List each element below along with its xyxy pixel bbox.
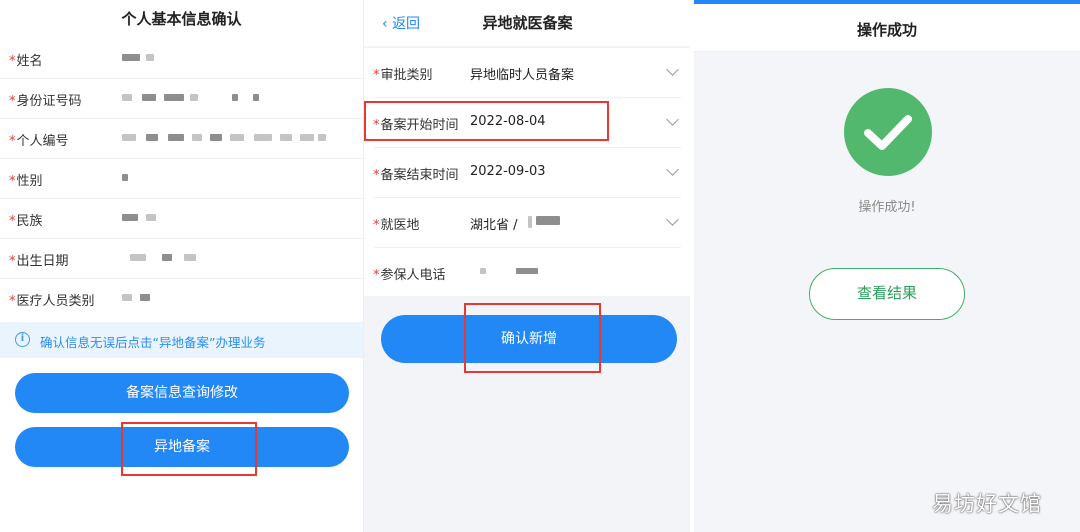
field-value: 异地临时人员备案 [470,68,575,83]
chevron-down-icon [666,213,679,226]
redacted-value [164,94,184,101]
field-personal-number: *个人编号 [0,119,363,159]
field-id-number: *身份证号码 [0,79,363,119]
redacted-value [146,214,156,221]
redacted-value [480,268,486,274]
redacted-value [122,94,132,101]
redacted-value [122,54,140,61]
redacted-value [536,216,560,225]
field-birth-date: *出生日期 [0,239,363,279]
field-value: 2022-09-03 [470,164,546,179]
field-medical-category: *医疗人员类别 [0,279,363,319]
nav-header: 操作成功 [694,4,1080,52]
field-label: *个人编号 [9,134,69,149]
redacted-value [168,134,184,141]
field-label: *医疗人员类别 [9,294,95,309]
check-circle-icon [844,88,932,176]
page-title: 操作成功 [856,21,917,39]
filing-form: *审批类别 异地临时人员备案 *备案开始时间 2022-08-04 *备案结束时… [364,48,690,296]
redacted-value [190,94,198,101]
redacted-value [130,254,146,261]
redacted-value [122,174,128,181]
field-label: *就医地 [373,218,420,233]
watermark: 易坊好文馆 [932,492,1042,516]
redacted-value [210,134,222,141]
redacted-value [280,134,292,141]
redacted-value [122,134,136,141]
info-notice: i 确认信息无误后点击“异地备案”办理业务 [0,322,363,358]
info-icon: i [15,332,30,347]
field-ethnicity: *民族 [0,199,363,239]
end-date-select[interactable]: *备案结束时间 2022-09-03 [364,148,690,198]
redacted-value [122,214,138,221]
query-modify-button[interactable]: 备案信息查询修改 [15,373,349,413]
chevron-down-icon [666,113,679,126]
field-label: *性别 [9,174,43,189]
redacted-value [253,94,259,101]
chevron-down-icon [666,63,679,76]
redacted-value [146,134,158,141]
field-label: *身份证号码 [9,94,82,109]
redacted-value [162,254,172,261]
personal-info-confirm-screen: 个人基本信息确认 *姓名 *身份证号码 *个人编号 *性别 *民族 *出生日期 … [0,0,363,532]
highlight-box [364,101,609,141]
redacted-value [122,294,132,301]
field-label: *民族 [9,214,43,229]
field-name: *姓名 [0,39,363,79]
field-label: *出生日期 [9,254,69,269]
redacted-value [516,268,538,274]
nav-header: ‹ 返回 异地就医备案 [364,0,690,46]
redacted-value [140,294,150,301]
field-label: *参保人电话 [373,268,446,283]
field-label: *备案结束时间 [373,168,459,183]
redacted-value [232,94,238,101]
redacted-value [300,134,314,141]
redacted-value [184,254,196,261]
redacted-value [230,134,244,141]
redacted-value [192,134,202,141]
notice-text: 确认信息无误后点击“异地备案”办理业务 [40,335,266,350]
approval-type-select[interactable]: *审批类别 异地临时人员备案 [364,48,690,98]
medical-location-select[interactable]: *就医地 湖北省 / [364,198,690,248]
highlight-box [121,422,257,476]
remote-medical-filing-screen: ‹ 返回 异地就医备案 *审批类别 异地临时人员备案 *备案开始时间 2022-… [363,0,690,532]
field-gender: *性别 [0,159,363,199]
highlight-box [464,303,601,373]
redacted-value [254,134,272,141]
field-label: *姓名 [9,54,43,69]
chevron-down-icon [666,163,679,176]
success-message: 操作成功! [858,200,916,215]
redacted-value [318,134,326,141]
view-result-button[interactable]: 查看结果 [809,268,965,320]
screenshot-collage: 个人基本信息确认 *姓名 *身份证号码 *个人编号 *性别 *民族 *出生日期 … [0,0,1080,532]
field-label: *审批类别 [373,68,433,83]
phone-field[interactable]: *参保人电话 [364,248,690,298]
page-title: 个人基本信息确认 [121,10,242,28]
redacted-value [528,216,532,228]
redacted-value [146,54,154,61]
page-title: 异地就医备案 [482,14,573,32]
field-value: 湖北省 / [470,218,518,233]
operation-success-screen: 操作成功 操作成功! 查看结果 [694,0,1080,532]
redacted-value [142,94,156,101]
